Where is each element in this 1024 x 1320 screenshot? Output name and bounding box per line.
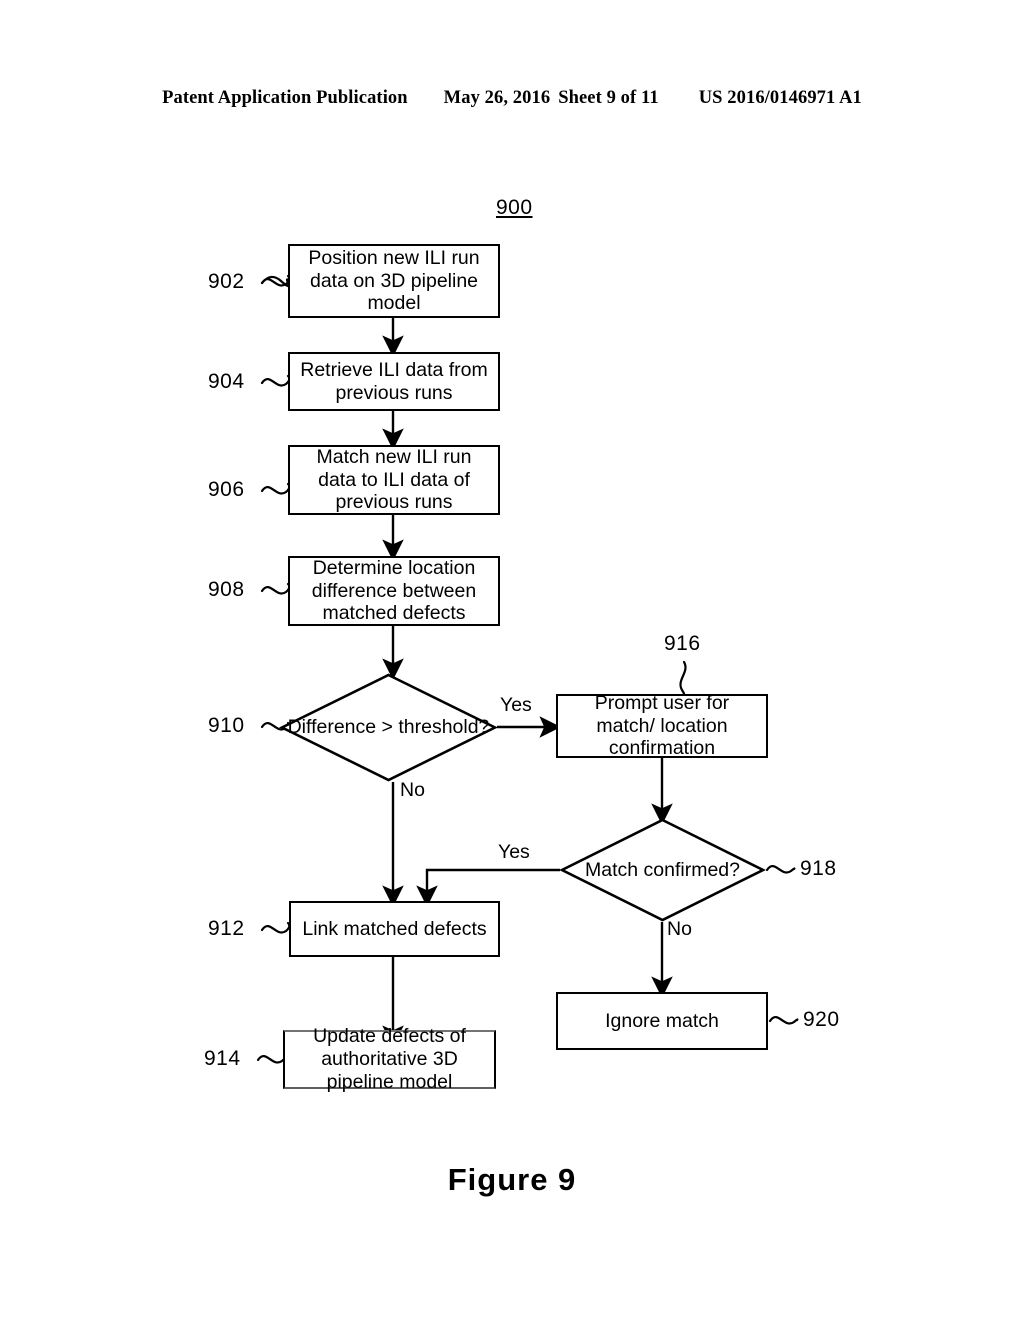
ref-numeral-908: 908	[208, 578, 245, 601]
process-node-904-text: Retrieve ILI data from previous runs	[300, 358, 488, 404]
diagram-number-900: 900	[496, 196, 533, 219]
ref-numeral-904: 904	[208, 370, 245, 393]
branch-label-910-yes: Yes	[500, 694, 532, 716]
decision-node-910[interactable]: Difference > threshold?	[279, 673, 498, 782]
branch-label-918-yes: Yes	[498, 841, 530, 863]
decision-node-918[interactable]: Match confirmed?	[559, 818, 766, 922]
process-node-916[interactable]: Prompt user for match/ location confirma…	[556, 691, 768, 760]
process-node-920-text: Ignore match	[605, 1009, 719, 1032]
ref-numeral-906: 906	[208, 478, 245, 501]
ref-numeral-912: 912	[208, 917, 245, 940]
process-node-906-text: Match new ILI run data to ILI data of pr…	[316, 445, 472, 514]
process-node-920[interactable]: Ignore match	[556, 992, 768, 1050]
ref-numeral-918: 918	[800, 857, 837, 880]
process-node-914-text: Update defects of authoritative 3D pipel…	[313, 1025, 466, 1093]
process-node-916-text: Prompt user for match/ location confirma…	[594, 691, 730, 760]
ref-numeral-916: 916	[664, 632, 701, 655]
figure-caption: Figure 9	[447, 1162, 577, 1197]
process-node-908[interactable]: Determine location difference between ma…	[288, 556, 500, 626]
process-node-902[interactable]: Position new ILI run data on 3D pipeline…	[288, 244, 500, 318]
process-node-906[interactable]: Match new ILI run data to ILI data of pr…	[288, 445, 500, 515]
process-node-902-text: Position new ILI run data on 3D pipeline…	[308, 246, 480, 315]
ref-numeral-914: 914	[204, 1047, 241, 1070]
ref-numeral-920: 920	[803, 1008, 840, 1031]
process-node-912[interactable]: Link matched defects	[289, 901, 500, 957]
ref-numeral-902: 902	[208, 270, 245, 293]
process-node-912-text: Link matched defects	[302, 917, 487, 940]
branch-label-910-no: No	[400, 779, 425, 801]
flowchart-diagram: 900 902 904 906 908 910 912 914 916 918 …	[0, 0, 1024, 1320]
process-node-914[interactable]: Update defects of authoritative 3D pipel…	[283, 1025, 496, 1093]
ref-numeral-910: 910	[208, 714, 245, 737]
process-node-904[interactable]: Retrieve ILI data from previous runs	[288, 352, 500, 411]
process-node-908-text: Determine location difference between ma…	[311, 556, 477, 625]
